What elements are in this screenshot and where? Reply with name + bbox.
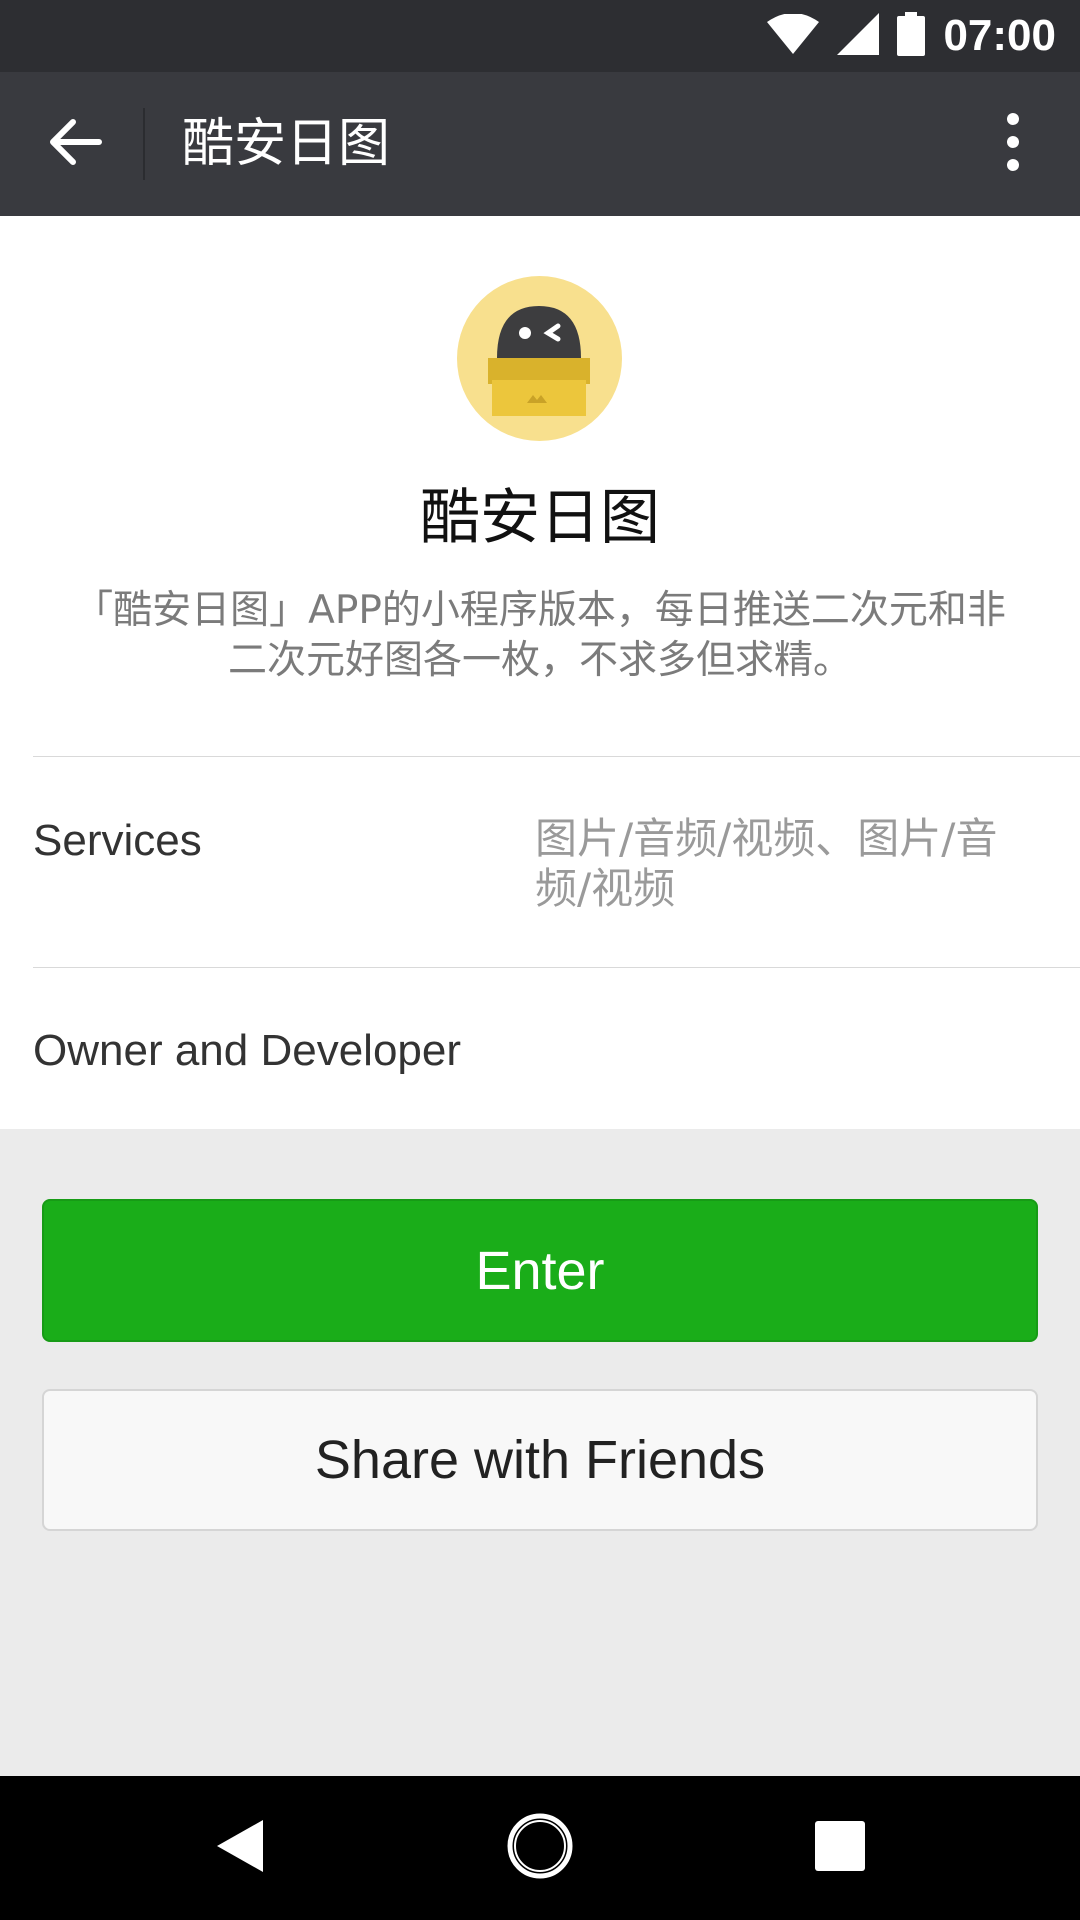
nav-recents-icon	[815, 1821, 865, 1875]
share-with-friends-button[interactable]: Share with Friends	[42, 1389, 1038, 1531]
avatar	[457, 276, 622, 441]
wifi-icon	[767, 13, 820, 58]
page-title: 酷安日图	[182, 114, 391, 174]
battery-icon	[897, 12, 926, 60]
action-bar-divider	[143, 108, 145, 180]
mascot-box-icon	[457, 276, 622, 445]
system-nav-bar	[0, 1776, 1080, 1920]
nav-home-button[interactable]	[490, 1798, 590, 1898]
cellular-signal-icon	[837, 13, 880, 59]
arrow-back-icon	[47, 118, 103, 170]
more-button[interactable]	[968, 99, 1058, 189]
nav-recents-button[interactable]	[790, 1798, 890, 1898]
divider	[33, 967, 1080, 968]
back-button[interactable]	[30, 99, 120, 189]
action-bar: 酷安日图	[0, 72, 1080, 216]
services-value: 图片/音频/视频、图片/音频/视频	[535, 814, 998, 913]
nav-back-button[interactable]	[190, 1798, 290, 1898]
owner-developer-label[interactable]: Owner and Developer	[33, 1026, 461, 1076]
app-name: 酷安日图	[420, 483, 660, 553]
status-bar: 07:00	[0, 0, 1080, 72]
nav-back-icon	[215, 1818, 265, 1878]
status-time: 07:00	[943, 11, 1056, 60]
nav-home-icon	[506, 1812, 574, 1884]
app-profile-card: 酷安日图 「酷安日图」APP的小程序版本，每日推送二次元和非二次元好图各一枚，不…	[0, 216, 1080, 1129]
more-vertical-icon	[1006, 112, 1020, 176]
status-icons: 07:00	[767, 0, 1056, 72]
divider	[33, 756, 1080, 757]
services-label: Services	[33, 816, 202, 865]
enter-button[interactable]: Enter	[42, 1199, 1038, 1342]
app-description: 「酷安日图」APP的小程序版本，每日推送二次元和非二次元好图各一枚，不求多但求精…	[74, 588, 1006, 683]
